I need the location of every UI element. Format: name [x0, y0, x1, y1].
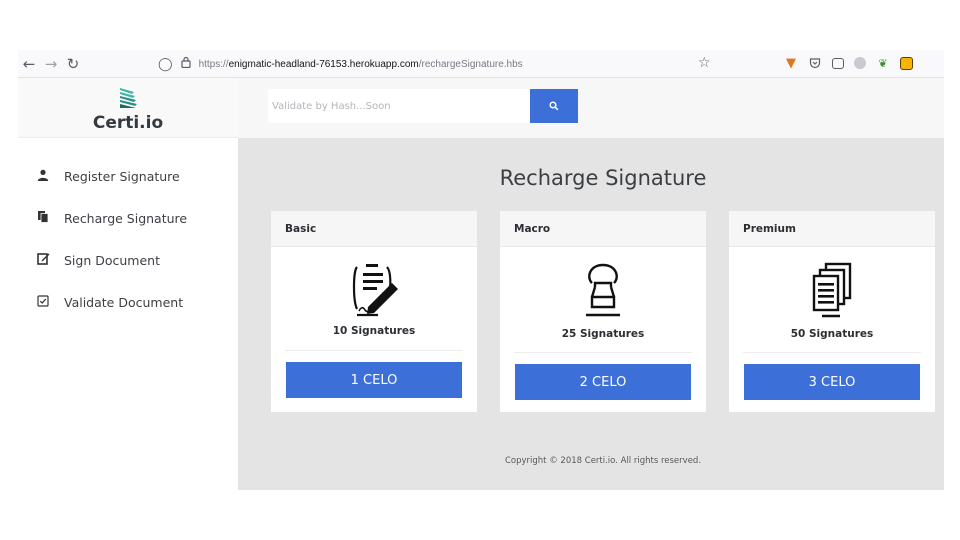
plan-card-header: Macro: [500, 211, 706, 247]
search-icon: [549, 101, 559, 111]
app-shell: Certi.io Register Signature Recharge Sig…: [18, 78, 944, 490]
arrow-left-icon[interactable]: ←: [18, 55, 40, 73]
signed-document-icon: [271, 261, 477, 317]
logo-icon: [120, 88, 137, 108]
sidebar-menu: Register Signature Recharge Signature Si…: [18, 166, 238, 334]
pocket-icon[interactable]: [808, 56, 822, 70]
card-divider: [514, 352, 692, 353]
address-bar[interactable]: ◯ https://enigmatic-headland-76153.herok…: [158, 50, 523, 78]
sidebar-item-label: Validate Document: [64, 294, 184, 310]
brand-name: Certi.io: [92, 113, 164, 133]
url-text[interactable]: https://enigmatic-headland-76153.herokua…: [199, 59, 523, 70]
metamask-fox-icon[interactable]: ▼: [784, 56, 798, 71]
buy-basic-button[interactable]: 1 CELO: [286, 362, 462, 398]
card-divider: [743, 352, 921, 353]
sidebar-item-label: Sign Document: [64, 252, 160, 268]
sidebar-item-validate-document[interactable]: Validate Document: [18, 292, 238, 312]
shield-icon[interactable]: ◯: [158, 57, 173, 72]
checkbox-icon: [36, 294, 50, 310]
copy-icon: [36, 210, 50, 226]
stamp-icon: [500, 261, 706, 321]
url-scheme: https://: [198, 58, 229, 70]
main-content: Recharge Signature Basic 10 Signatures: [238, 78, 944, 490]
brand-header[interactable]: Certi.io: [18, 78, 238, 138]
plan-card-header: Basic: [271, 211, 477, 247]
leaf-extension-icon[interactable]: ❦: [876, 56, 890, 70]
top-bar: [238, 78, 944, 138]
search-input[interactable]: [268, 89, 530, 123]
sidebar-item-recharge-signature[interactable]: Recharge Signature: [18, 208, 238, 228]
browser-toolbar: ← → ↻ ◯ https://enigmatic-headland-76153…: [18, 50, 944, 78]
buy-macro-button[interactable]: 2 CELO: [515, 364, 691, 400]
plan-card-premium: Premium 50 Signatures 3 CELO: [729, 211, 935, 412]
plan-signature-count: 50 Signatures: [790, 328, 874, 340]
buy-premium-button[interactable]: 3 CELO: [744, 364, 920, 400]
user-icon: [36, 169, 50, 184]
sidebar-item-sign-document[interactable]: Sign Document: [18, 250, 238, 270]
extensions-toolbar: ▼ ❦: [784, 56, 913, 71]
sidebar-toggle-icon[interactable]: [832, 57, 844, 69]
lock-icon[interactable]: [180, 56, 191, 72]
arrow-right-icon[interactable]: →: [40, 55, 62, 73]
plan-signature-count: 25 Signatures: [561, 328, 645, 340]
search-button[interactable]: [530, 89, 578, 123]
reload-icon[interactable]: ↻: [62, 55, 84, 73]
url-host: enigmatic-headland-76153.herokuapp.com: [228, 58, 419, 70]
sidebar-item-register-signature[interactable]: Register Signature: [18, 166, 238, 186]
page-title: Recharge Signature: [499, 166, 707, 190]
footer-copyright: Copyright © 2018 Certi.io. All rights re…: [504, 456, 702, 466]
plan-signature-count: 10 Signatures: [332, 325, 416, 337]
extension-gear-icon[interactable]: [854, 57, 866, 69]
sidebar: Certi.io Register Signature Recharge Sig…: [18, 78, 238, 490]
wallet-extension-icon[interactable]: [900, 56, 913, 70]
sidebar-item-label: Recharge Signature: [64, 210, 188, 226]
sidebar-item-label: Register Signature: [64, 168, 180, 184]
edit-icon: [36, 252, 50, 268]
bookmark-star-icon[interactable]: ☆: [698, 55, 711, 71]
card-divider: [285, 350, 463, 351]
plan-card-macro: Macro 25 Signatures 2 CELO: [500, 211, 706, 412]
url-path: /rechargeSignature.hbs: [418, 58, 523, 70]
document-stack-icon: [729, 261, 935, 321]
plan-card-basic: Basic 10 Signatures 1 CELO: [271, 211, 477, 412]
plan-card-header: Premium: [729, 211, 935, 247]
